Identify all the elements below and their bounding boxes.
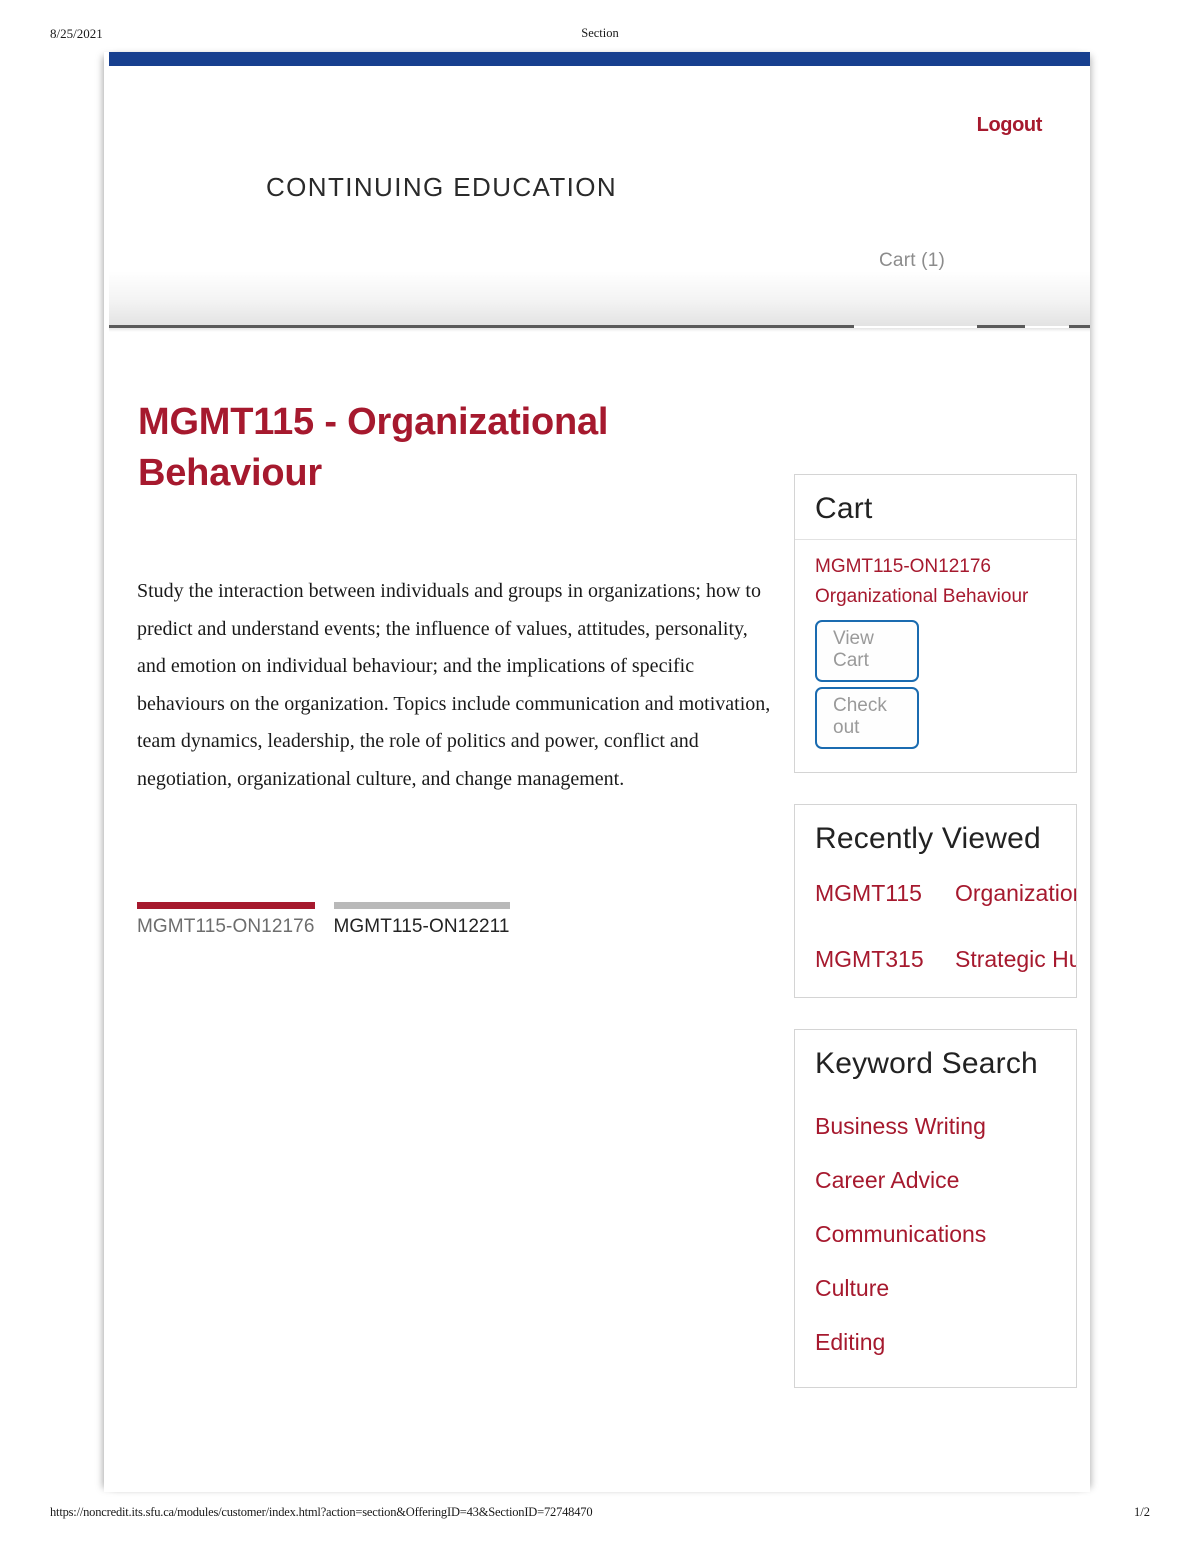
brand-title: CONTINUING EDUCATION: [266, 172, 618, 202]
tab-section-on12176[interactable]: MGMT115-ON12176: [137, 902, 315, 938]
print-url: https://noncredit.its.sfu.ca/modules/cus…: [50, 1505, 593, 1519]
cart-item-code-link[interactable]: MGMT115-ON12176: [815, 552, 1056, 582]
top-accent-bar: [109, 52, 1090, 66]
recently-viewed-code[interactable]: MGMT115: [815, 874, 955, 913]
site-header: Logout CONTINUING EDUCATION Cart (1): [109, 66, 1090, 271]
logout-link[interactable]: Logout: [977, 114, 1043, 137]
cart-item-name-link[interactable]: Organizational Behaviour: [815, 582, 1056, 612]
cart-indicator[interactable]: Cart (1): [879, 250, 945, 272]
keyword-search-title: Keyword Search: [815, 1047, 1038, 1080]
keyword-link-business-writing[interactable]: Business Writing: [815, 1099, 1056, 1153]
tab-indicator-active: [137, 902, 315, 909]
print-document-title: Section: [581, 26, 619, 40]
recently-viewed-header: Recently Viewed: [795, 805, 1076, 862]
tab-label: MGMT115-ON12176: [137, 916, 315, 937]
recently-viewed-code[interactable]: MGMT315: [815, 940, 955, 979]
print-footer: https://noncredit.its.sfu.ca/modules/cus…: [0, 1505, 1200, 1525]
cart-actions: View Cart Check out: [815, 620, 1056, 749]
view-cart-button[interactable]: View Cart: [815, 620, 919, 682]
section-tabs: MGMT115-ON12176 MGMT115-ON12211: [137, 902, 510, 938]
keyword-link-culture[interactable]: Culture: [815, 1261, 1056, 1315]
course-description: Study the interaction between individual…: [137, 580, 771, 790]
browser-page: Logout CONTINUING EDUCATION Cart (1) MGM…: [104, 52, 1090, 1492]
keyword-link-communications[interactable]: Communications: [815, 1207, 1056, 1261]
cart-panel-title: Cart: [815, 492, 873, 525]
recently-viewed-title: Recently Viewed: [815, 822, 1041, 855]
cart-panel: Cart MGMT115-ON12176 Organizational Beha…: [794, 474, 1077, 773]
recently-viewed-panel: Recently Viewed MGMT115 Organizational B…: [794, 804, 1077, 998]
keyword-link-editing[interactable]: Editing: [815, 1315, 1056, 1369]
keyword-link-career-advice[interactable]: Career Advice: [815, 1153, 1056, 1207]
page-title: MGMT115 - Organizational Behaviour: [138, 401, 609, 495]
sidebar: Cart MGMT115-ON12176 Organizational Beha…: [794, 474, 1077, 1419]
tab-indicator-inactive: [333, 902, 510, 909]
print-header: 8/25/2021 Section: [0, 26, 1200, 46]
keyword-search-panel: Keyword Search Business Writing Career A…: [794, 1029, 1077, 1388]
cart-panel-body: MGMT115-ON12176 Organizational Behaviour…: [795, 540, 1076, 772]
print-page-number: 1/2: [1134, 1505, 1150, 1519]
cart-panel-header: Cart: [795, 475, 1076, 540]
page-content: Logout CONTINUING EDUCATION Cart (1) MGM…: [109, 52, 1090, 1492]
tab-section-on12211[interactable]: MGMT115-ON12211: [333, 902, 510, 938]
keyword-search-header: Keyword Search: [795, 1030, 1076, 1087]
list-item[interactable]: MGMT115 Organizational Behaviour: [815, 874, 1076, 913]
keyword-search-body: Business Writing Career Advice Communica…: [795, 1087, 1076, 1387]
recently-viewed-name[interactable]: Strategic Human Resources Planning: [955, 940, 1076, 979]
nav-strip: [109, 271, 1090, 326]
tab-label: MGMT115-ON12211: [333, 916, 510, 937]
check-out-button[interactable]: Check out: [815, 687, 919, 749]
main-content: MGMT115 - Organizational Behaviour Study…: [109, 332, 1090, 1492]
list-item[interactable]: MGMT315 Strategic Human Resources Planni…: [815, 940, 1076, 979]
recently-viewed-name[interactable]: Organizational Behaviour: [955, 874, 1076, 913]
recently-viewed-body: MGMT115 Organizational Behaviour MGMT315…: [795, 862, 1076, 997]
